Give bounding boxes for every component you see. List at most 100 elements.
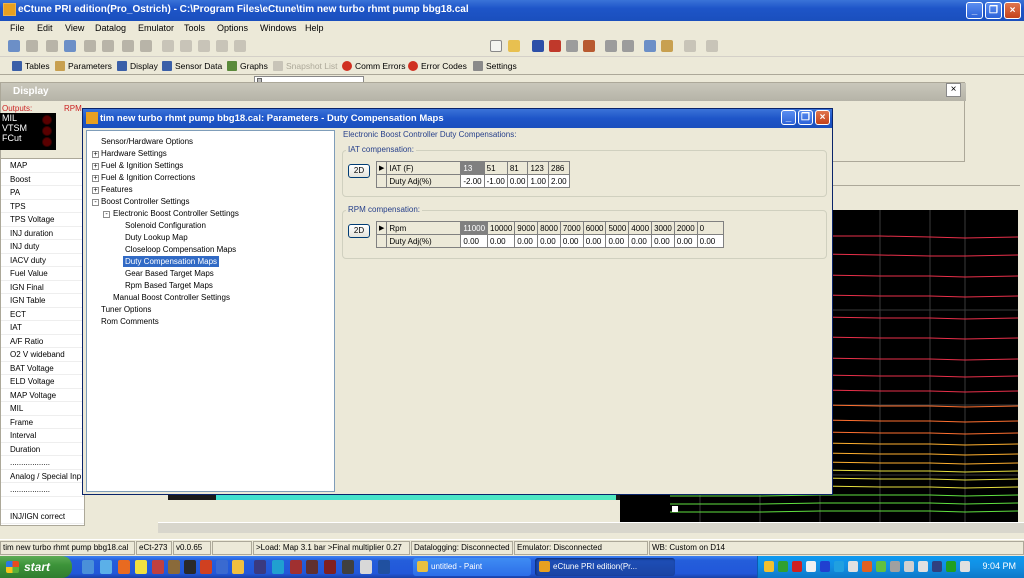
error-codes-button[interactable]: Error Codes [408,59,467,72]
compare-icon[interactable] [566,40,578,52]
expand-icon[interactable]: + [92,175,99,182]
quicklaunch-icon[interactable] [324,560,336,574]
rpm-header-cell[interactable]: 7000 [559,221,584,235]
iat-header-cell[interactable]: 13 [460,161,485,175]
menu-edit[interactable]: Edit [37,23,53,33]
tray-icon[interactable] [876,561,886,572]
firefox-icon[interactable] [118,560,130,574]
rewind-icon[interactable] [162,40,174,52]
rpm-value-cell[interactable]: 0.00 [537,234,561,248]
open-log-icon[interactable] [122,40,134,52]
expand-icon[interactable]: + [92,187,99,194]
tree-item-fuel-ignition-corrections[interactable]: Fuel & Ignition Corrections [101,172,195,183]
copy-icon[interactable] [644,40,656,52]
save-file-icon[interactable] [532,40,544,52]
list-item[interactable]: INJ duration [1,227,84,240]
list-item[interactable] [1,497,84,510]
main-title-bar[interactable]: eCtune PRI edition(Pro_Ostrich) - C:\Pro… [0,0,1024,21]
list-item[interactable]: PA [1,186,84,200]
parameters-button[interactable]: Parameters [55,59,112,72]
tree-item-tuner-options[interactable]: Tuner Options [101,304,151,315]
list-item[interactable]: Frame [1,416,84,429]
quicklaunch-icon[interactable] [272,560,284,574]
minimize-button[interactable]: _ [966,2,983,19]
iat-header-cell[interactable]: 81 [506,161,529,175]
menu-help[interactable]: Help [305,23,324,33]
menu-view[interactable]: View [65,23,84,33]
clock[interactable]: 9:04 PM [982,561,1016,571]
iat-value-cell[interactable]: -2.00 [460,174,485,188]
bluetooth-icon[interactable] [820,561,830,572]
volume-icon[interactable] [960,561,970,572]
iat-header-cell[interactable]: 286 [548,161,570,175]
menu-windows[interactable]: Windows [260,23,297,33]
horizontal-scrollbar[interactable] [158,522,1024,533]
tray-icon[interactable] [890,561,900,572]
list-item[interactable]: O2 V wideband [1,348,84,362]
dialog-title-bar[interactable]: tim new turbo rhmt pump bbg18.cal: Param… [83,109,832,128]
quicklaunch-icon[interactable] [100,560,112,574]
tables-button[interactable]: Tables [12,59,50,72]
collapse-icon[interactable]: - [103,211,110,218]
rpm-value-cell[interactable]: 0.00 [582,234,607,248]
tray-icon[interactable] [848,561,858,572]
rpm-2d-button[interactable]: 2D [348,224,370,238]
expand-icon[interactable]: + [92,151,99,158]
snapshot-list-button[interactable]: Snapshot List [273,59,338,72]
iat-value-cell[interactable]: 0.00 [506,174,529,188]
rpm-header-cell[interactable]: 2000 [673,221,698,235]
list-item[interactable]: INJ duty [1,240,84,254]
stop-icon[interactable] [102,40,114,52]
rpm-header-cell[interactable]: 5000 [605,221,630,235]
undo-icon[interactable] [684,40,696,52]
record-icon[interactable] [84,40,96,52]
list-item[interactable]: Fuel Value [1,267,84,281]
tree-item-gear-based-target-maps[interactable]: Gear Based Target Maps [125,268,214,279]
menu-file[interactable]: File [10,23,25,33]
list-item[interactable]: Analog / Special Inp [1,470,84,483]
rpm-header-cell[interactable]: 10000 [487,221,516,235]
rpm-value-cell[interactable]: 0.00 [487,234,516,248]
tree-item-fuel-ignition-settings[interactable]: Fuel & Ignition Settings [101,160,183,171]
settings-button[interactable]: Settings [473,59,517,72]
list-item[interactable]: IGN Table [1,294,84,308]
quicklaunch-icon[interactable] [378,560,390,574]
list-item[interactable]: ECT [1,308,84,321]
tray-icon[interactable] [932,561,942,572]
tray-icon[interactable] [806,561,816,572]
list-item[interactable]: Interval [1,429,84,443]
quicklaunch-icon[interactable] [168,560,180,574]
iat-value-cell[interactable]: 2.00 [548,174,570,188]
rpm-header-cell[interactable]: 8000 [537,221,561,235]
tray-icon[interactable] [918,561,928,572]
tray-icon[interactable] [946,561,956,572]
quicklaunch-icon[interactable] [342,560,354,574]
list-item[interactable]: MAP Voltage [1,389,84,402]
iat-2d-button[interactable]: 2D [348,164,370,178]
menu-tools[interactable]: Tools [184,23,205,33]
quicklaunch-icon[interactable] [360,560,372,574]
quicklaunch-icon[interactable] [184,560,196,574]
chip-read-icon[interactable] [605,40,617,52]
rpm-header-cell[interactable]: 6000 [582,221,607,235]
rpm-value-cell[interactable]: 0.00 [673,234,698,248]
tray-icon[interactable] [904,561,914,572]
list-item[interactable]: Duration [1,443,84,456]
tree-item-duty-lookup-map[interactable]: Duty Lookup Map [125,232,188,243]
iat-value-cell[interactable]: 1.00 [527,174,550,188]
dialog-maximize-button[interactable]: ❐ [798,110,813,125]
quicklaunch-icon[interactable] [306,560,318,574]
tree-item-boost-controller-settings[interactable]: Boost Controller Settings [101,196,190,207]
rpm-value-cell[interactable]: 0.00 [696,234,724,248]
burn-icon[interactable] [583,40,595,52]
iat-value-cell[interactable]: -1.00 [483,174,508,188]
open-file-icon[interactable] [508,40,520,52]
quicklaunch-icon[interactable] [152,560,164,574]
list-item[interactable]: .................. [1,483,84,497]
rpm-header-cell[interactable]: 9000 [514,221,539,235]
task-ectune[interactable]: eCtune PRI edition(Pr... [535,558,675,576]
save-icon[interactable] [46,40,58,52]
rpm-header-cell[interactable]: 3000 [651,221,675,235]
tree-item-manual-boost-controller-settings[interactable]: Manual Boost Controller Settings [113,292,230,303]
menu-datalog[interactable]: Datalog [95,23,126,33]
